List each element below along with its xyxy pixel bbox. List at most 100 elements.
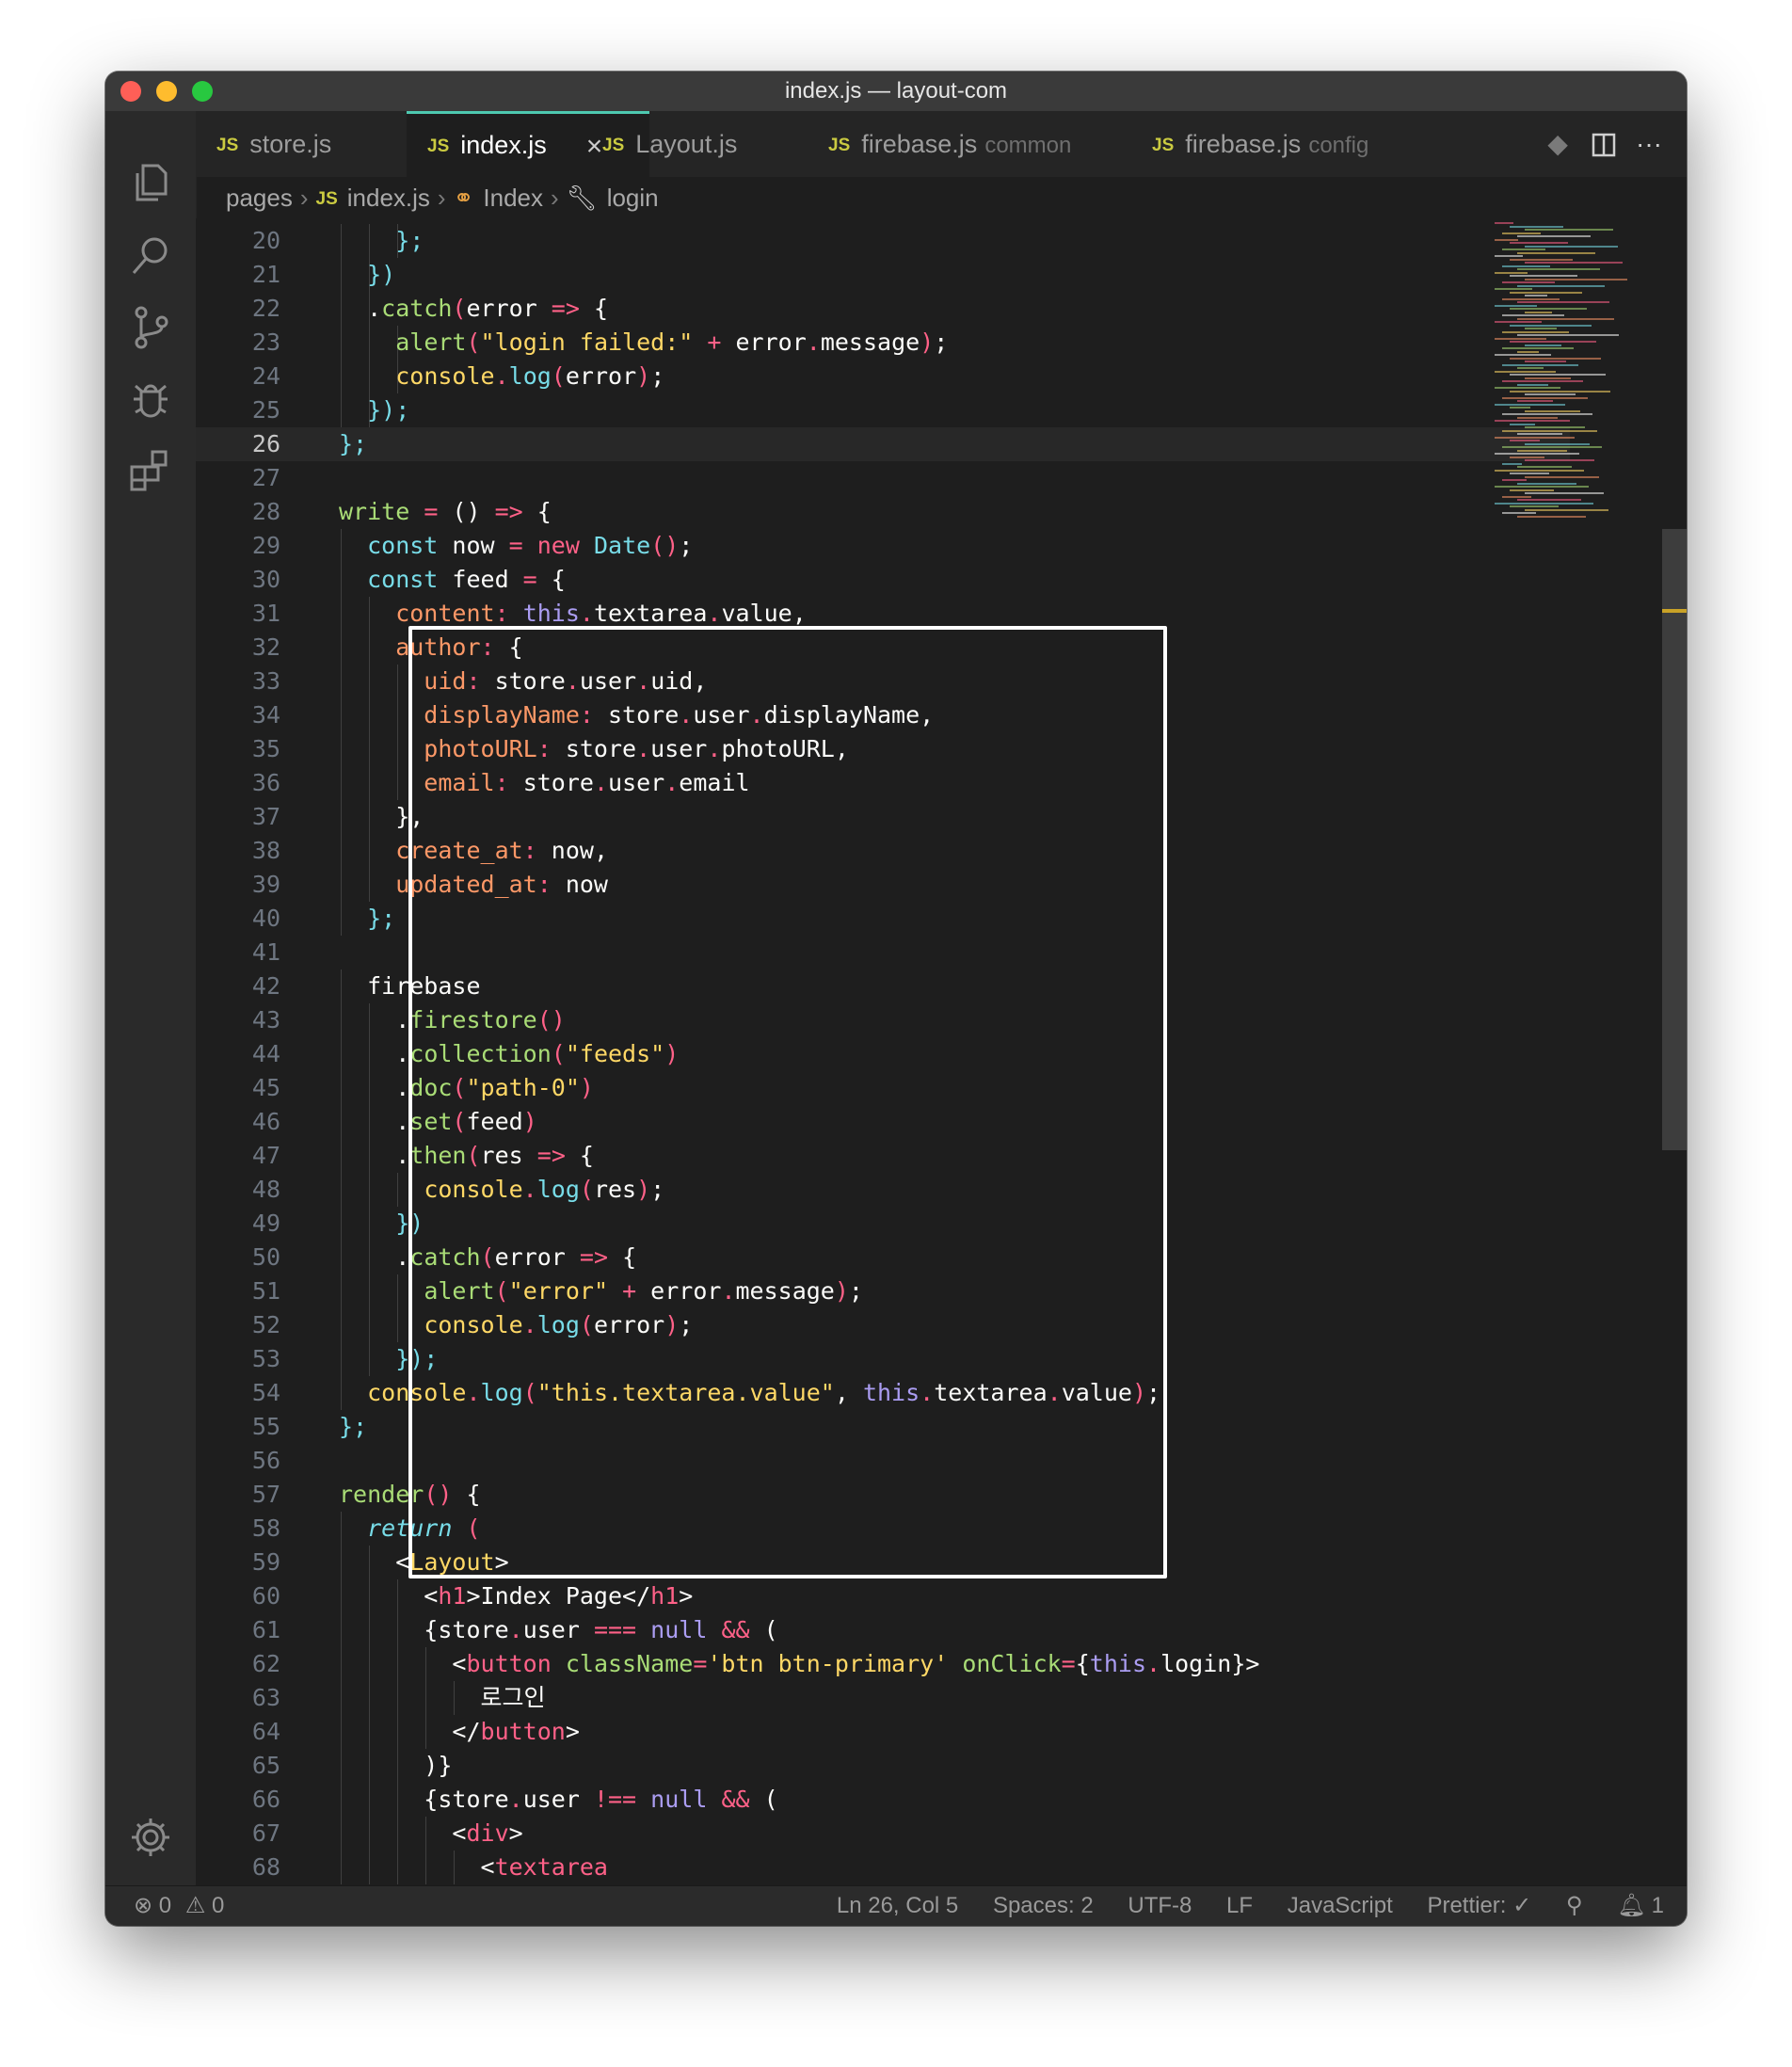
source-diff-icon[interactable]: ◆ (1537, 111, 1578, 177)
code-line[interactable]: 63 로그인 (196, 1681, 1570, 1715)
code-line[interactable]: 36 email: store.user.email (196, 766, 1570, 800)
tab-firebase-config[interactable]: JS firebase.js config (1152, 111, 1368, 177)
encoding[interactable]: UTF-8 (1128, 1893, 1192, 1918)
code-line[interactable]: 33 uid: store.user.uid, (196, 665, 1570, 698)
code-line[interactable]: 31 content: this.textarea.value, (196, 597, 1570, 631)
minimap-line (1510, 341, 1596, 343)
code-line[interactable]: 22 .catch(error => { (196, 292, 1570, 326)
code-line[interactable]: 44 .collection("feeds") (196, 1037, 1570, 1071)
line-number: 54 (251, 1379, 280, 1406)
problems-status[interactable]: ⊗ 0 ⚠ 0 (134, 1886, 224, 1926)
breadcrumb-file[interactable]: index.js (347, 184, 430, 212)
code-line[interactable]: 38 create_at: now, (196, 834, 1570, 868)
code-text: <button className='btn btn-primary' onCl… (339, 1650, 1260, 1677)
code-line[interactable]: 48 console.log(res); (196, 1173, 1570, 1207)
code-line[interactable]: 27 (196, 461, 1570, 495)
code-line[interactable]: 37 }, (196, 800, 1570, 834)
code-line[interactable]: 23 alert("login failed:" + error.message… (196, 326, 1570, 360)
code-line[interactable]: 45 .doc("path-0") (196, 1071, 1570, 1105)
explorer-icon[interactable] (126, 158, 175, 207)
code-line[interactable]: 55}; (196, 1410, 1570, 1444)
breadcrumb-folder[interactable]: pages (226, 184, 293, 212)
code-line[interactable]: 40 }; (196, 902, 1570, 936)
code-line[interactable]: 57 render() { (196, 1478, 1570, 1512)
code-line[interactable]: 52 console.log(error); (196, 1308, 1570, 1342)
tab-store-js[interactable]: JS store.js (216, 111, 331, 177)
code-line[interactable]: 41 (196, 936, 1570, 969)
prettier-status[interactable]: Prettier: ✓ (1427, 1893, 1531, 1918)
source-control-icon[interactable] (126, 303, 175, 352)
code-line[interactable]: 21 }) (196, 258, 1570, 292)
bell-icon[interactable]: 🔔︎ 1 (1617, 1893, 1664, 1918)
minimap-line (1502, 413, 1592, 415)
line-number: 42 (251, 972, 280, 1000)
code-line[interactable]: 35 photoURL: store.user.photoURL, (196, 732, 1570, 766)
line-number: 38 (251, 837, 280, 864)
code-line[interactable]: 20 }; (196, 224, 1570, 258)
code-line[interactable]: 42 firebase (196, 969, 1570, 1003)
code-line[interactable]: 54 console.log("this.textarea.value", th… (196, 1376, 1570, 1410)
code-line[interactable]: 66 {store.user !== null && ( (196, 1783, 1570, 1817)
feedback-icon[interactable]: ⚲ (1566, 1893, 1583, 1918)
code-line[interactable]: 65 )} (196, 1749, 1570, 1783)
vertical-scrollbar[interactable] (1662, 218, 1687, 1886)
status-bar: ⊗ 0 ⚠ 0 Ln 26, Col 5 Spaces: 2 UTF-8 LF … (105, 1885, 1687, 1926)
code-line[interactable]: 34 displayName: store.user.displayName, (196, 698, 1570, 732)
code-line[interactable]: 32 author: { (196, 631, 1570, 665)
code-line[interactable]: 30 const feed = { (196, 563, 1570, 597)
code-line[interactable]: 49 }) (196, 1207, 1570, 1241)
code-line[interactable]: 51 alert("error" + error.message); (196, 1274, 1570, 1308)
more-actions-icon[interactable]: ··· (1628, 111, 1670, 177)
code-line[interactable]: 53 }); (196, 1342, 1570, 1376)
code-line[interactable]: 59 <Layout> (196, 1546, 1570, 1579)
indentation[interactable]: Spaces: 2 (993, 1893, 1094, 1918)
code-line[interactable]: 61 {store.user === null && ( (196, 1613, 1570, 1647)
code-line[interactable]: 56 (196, 1444, 1570, 1478)
minimap-line (1517, 482, 1576, 485)
close-tab-icon[interactable]: × (586, 131, 603, 162)
language-mode[interactable]: JavaScript (1288, 1893, 1393, 1918)
minimap-line (1517, 317, 1614, 320)
search-icon[interactable] (126, 232, 175, 280)
minimap[interactable] (1495, 218, 1664, 557)
code-line[interactable]: 24 console.log(error); (196, 360, 1570, 393)
minimap-line (1525, 245, 1618, 248)
debug-icon[interactable] (126, 375, 175, 424)
minimap-line (1517, 433, 1562, 435)
code-line[interactable]: 62 <button className='btn btn-primary' o… (196, 1647, 1570, 1681)
code-line[interactable]: 43 .firestore() (196, 1003, 1570, 1037)
line-number: 62 (251, 1650, 280, 1677)
extensions-icon[interactable] (126, 446, 175, 495)
gear-icon[interactable] (126, 1813, 175, 1862)
line-number: 29 (251, 532, 280, 559)
code-line[interactable]: 64 </button> (196, 1715, 1570, 1749)
code-line[interactable]: 58 return ( (196, 1512, 1570, 1546)
code-editor[interactable]: 20 }; 21 }) 22 .catch(error => {23 alert("… (196, 218, 1687, 1886)
warning-count: 0 (212, 1893, 225, 1918)
warning-icon: ⚠ (184, 1893, 206, 1918)
code-text: .catch(error => { (339, 1243, 637, 1271)
code-line[interactable]: 50 .catch(error => { (196, 1241, 1570, 1274)
split-editor-icon[interactable] (1583, 111, 1624, 177)
code-line[interactable]: 67 <div> (196, 1817, 1570, 1851)
code-line[interactable]: 47 .then(res => { (196, 1139, 1570, 1173)
tab-label: firebase.js (861, 130, 978, 158)
code-line[interactable]: 60 <h1>Index Page</h1> (196, 1579, 1570, 1613)
line-ending[interactable]: LF (1226, 1893, 1253, 1918)
tab-layout-js[interactable]: JS Layout.js (602, 111, 737, 177)
code-line[interactable]: 46 .set(feed) (196, 1105, 1570, 1139)
code-line[interactable]: 25 }); (196, 393, 1570, 427)
code-line[interactable]: 28 write = () => { (196, 495, 1570, 529)
code-line[interactable]: 68 <textarea (196, 1851, 1570, 1884)
code-line[interactable]: 29 const now = new Date(); (196, 529, 1570, 563)
tab-firebase-common[interactable]: JS firebase.js common (828, 111, 1071, 177)
code-text: const feed = { (339, 566, 566, 593)
code-line[interactable]: 26}; (196, 427, 1570, 461)
code-line[interactable]: 39 updated_at: now (196, 868, 1570, 902)
error-count: 0 (158, 1893, 172, 1918)
cursor-position[interactable]: Ln 26, Col 5 (837, 1893, 958, 1918)
breadcrumb-class[interactable]: Index (483, 184, 543, 212)
breadcrumb-method[interactable]: login (607, 184, 659, 212)
scrollbar-thumb[interactable] (1662, 529, 1687, 1150)
minimap-line (1510, 275, 1577, 277)
